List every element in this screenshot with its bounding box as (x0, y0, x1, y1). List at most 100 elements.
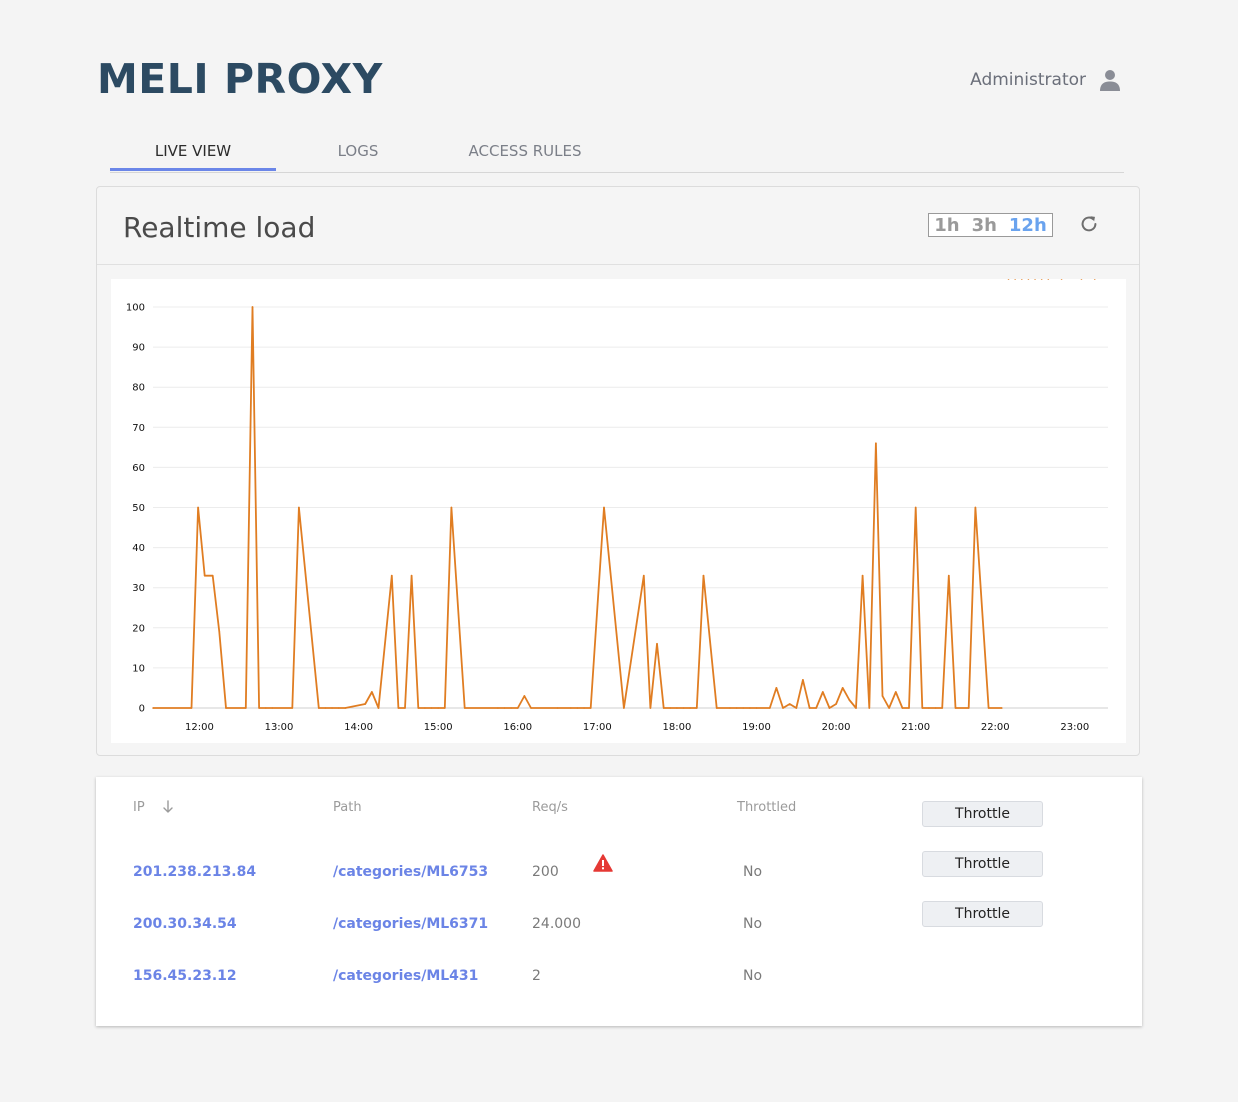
data-point (324, 707, 327, 709)
data-point (861, 574, 864, 577)
x-tick-label: 12:00 (185, 722, 214, 733)
data-point (258, 707, 260, 709)
data-point (815, 707, 817, 709)
tab-live-view[interactable]: LIVE VIEW (110, 142, 276, 160)
load-card-header: Realtime load 1h 3h 12h (97, 187, 1139, 265)
data-point (881, 695, 884, 697)
row-path[interactable]: /categories/ML6371 (333, 916, 488, 932)
data-point (291, 707, 294, 709)
data-point (444, 707, 446, 709)
time-range-picker: 1h 3h 12h (928, 213, 1053, 237)
data-point (928, 707, 930, 709)
data-point (676, 707, 678, 709)
x-tick-label: 20:00 (822, 722, 851, 733)
row-path[interactable]: /categories/ML431 (333, 968, 478, 984)
data-point (1001, 707, 1003, 709)
data-point (298, 506, 300, 509)
user-menu[interactable]: Administrator (970, 68, 1122, 92)
data-point (1020, 279, 1023, 280)
data-point (689, 707, 691, 709)
data-point (749, 707, 751, 709)
y-tick-label: 30 (132, 583, 145, 594)
throttle-button[interactable]: Throttle (922, 851, 1043, 877)
realtime-load-card: Realtime load 1h 3h 12h 0 10 20 30 40 50 60 70 8… (96, 186, 1140, 756)
data-point (576, 707, 579, 709)
data-point (828, 707, 831, 709)
warning-icon (593, 854, 613, 872)
data-point (583, 707, 585, 709)
data-point (211, 574, 214, 577)
data-point (656, 643, 658, 645)
data-point (795, 707, 798, 709)
data-point (245, 707, 247, 709)
header-ip[interactable]: IP (133, 800, 145, 815)
data-point (218, 631, 221, 633)
data-point (855, 707, 857, 709)
data-point (331, 707, 333, 709)
refresh-icon[interactable] (1078, 213, 1100, 235)
data-point (649, 707, 652, 709)
data-point (894, 691, 897, 693)
data-point (503, 707, 506, 709)
data-point (390, 574, 393, 577)
data-point (1034, 279, 1036, 280)
x-tick-label: 22:00 (981, 722, 1010, 733)
data-point (967, 707, 970, 709)
data-point (1027, 279, 1030, 280)
throttle-button[interactable]: Throttle (922, 801, 1043, 827)
data-point (570, 707, 572, 709)
data-point (317, 707, 320, 709)
data-point (835, 703, 837, 705)
data-point (530, 707, 532, 709)
row-path[interactable]: /categories/ML6753 (333, 864, 488, 880)
data-point (404, 707, 406, 709)
arrow-down-icon[interactable] (162, 800, 174, 814)
data-point (510, 707, 512, 709)
load-title: Realtime load (123, 211, 316, 244)
range-3h[interactable]: 3h (972, 215, 997, 236)
user-icon (1100, 70, 1120, 91)
data-point (225, 707, 227, 709)
data-point (1080, 279, 1083, 280)
tab-logs[interactable]: LOGS (308, 142, 408, 160)
data-point (371, 691, 373, 693)
data-point (802, 679, 804, 681)
data-point (1093, 279, 1096, 280)
row-ip[interactable]: 200.30.34.54 (133, 916, 237, 932)
data-point (1007, 279, 1010, 280)
header-throttled: Throttled (737, 800, 797, 815)
data-point (197, 506, 199, 509)
data-point (377, 707, 380, 709)
data-point (556, 707, 559, 709)
data-point (702, 574, 705, 577)
x-tick-label: 14:00 (344, 722, 373, 733)
row-ip[interactable]: 201.238.213.84 (133, 864, 256, 880)
data-point (337, 707, 340, 709)
range-1h[interactable]: 1h (934, 215, 959, 236)
y-tick-label: 10 (132, 663, 145, 674)
tab-access-rules[interactable]: ACCESS RULES (450, 142, 600, 160)
data-point (682, 707, 685, 709)
y-tick-label: 70 (132, 423, 145, 434)
data-point (190, 707, 193, 709)
data-point (875, 442, 877, 445)
data-point (264, 707, 267, 709)
data-point (782, 707, 784, 709)
x-tick-label: 23:00 (1060, 722, 1089, 733)
data-point (603, 506, 605, 509)
data-point (729, 707, 731, 709)
data-point (397, 707, 400, 709)
x-tick-label: 19:00 (742, 722, 771, 733)
main-tabs: LIVE VIEW LOGS ACCESS RULES (110, 130, 1124, 173)
data-point (808, 707, 811, 709)
data-point (901, 707, 904, 709)
data-point (848, 699, 851, 701)
data-point (1014, 279, 1016, 280)
row-ip[interactable]: 156.45.23.12 (133, 968, 237, 984)
data-point (715, 707, 718, 709)
throttle-button[interactable]: Throttle (922, 901, 1043, 927)
data-point (914, 506, 917, 509)
header-req: Req/s (532, 800, 568, 815)
data-point (742, 707, 745, 709)
range-12h[interactable]: 12h (1009, 215, 1047, 236)
